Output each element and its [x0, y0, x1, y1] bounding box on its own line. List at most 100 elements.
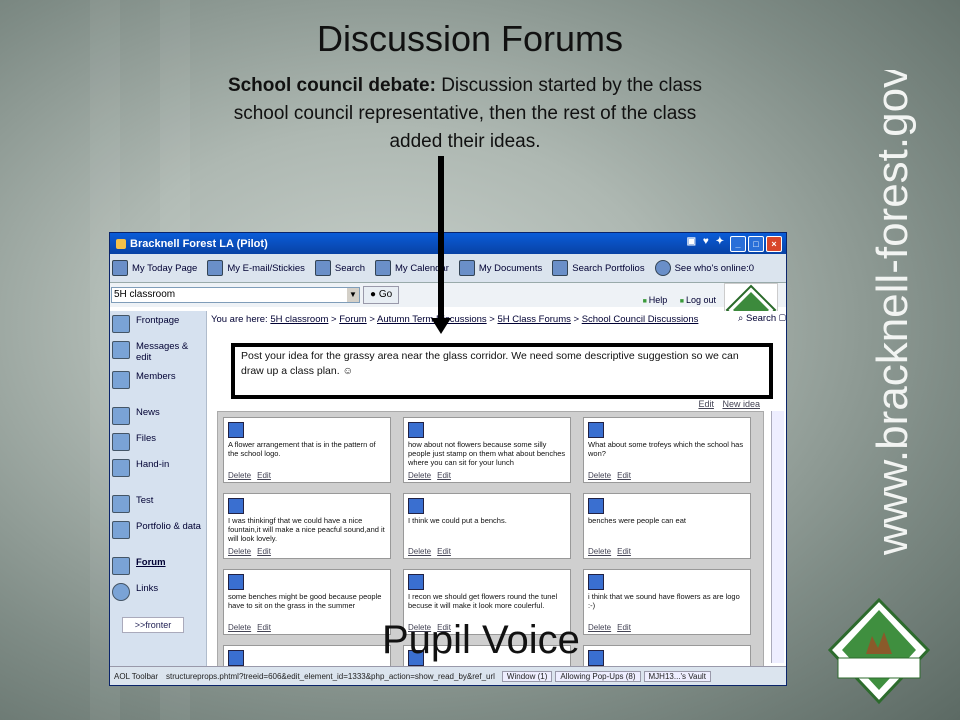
edit-link[interactable]: Edit [257, 471, 271, 480]
sidebar-item-hand-in[interactable]: Hand-in [110, 455, 206, 481]
delete-link[interactable]: Delete [228, 547, 251, 556]
breadcrumb-link[interactable]: 5H classroom [270, 314, 328, 325]
idea-icon [588, 498, 604, 514]
sidebar-item-links[interactable]: Links [110, 579, 206, 605]
idea-text: A flower arrangement that is in the patt… [228, 440, 376, 458]
search-link[interactable]: ⌕ Search ▢ [738, 313, 786, 324]
edit-link[interactable]: Edit [617, 623, 631, 632]
breadcrumb-link[interactable]: Forum [339, 314, 366, 325]
sidebar-item-news[interactable]: News [110, 403, 206, 429]
sidebar-item-messages[interactable]: Messages & edit [110, 337, 206, 367]
envelope-icon [207, 260, 224, 276]
edit-link[interactable]: Edit [257, 547, 271, 556]
breadcrumb-link[interactable]: 5H Class Forums [497, 314, 570, 325]
toolbar-today-page[interactable]: My Today Page [112, 260, 197, 276]
slide-title: Discussion Forums [316, 18, 624, 59]
portfolio-icon [552, 260, 569, 276]
calendar-icon [375, 260, 392, 276]
idea-icon [408, 422, 424, 438]
popup-blocker-button[interactable]: Allowing Pop-Ups (8) [555, 670, 641, 682]
new-idea-link[interactable]: New idea [722, 399, 760, 409]
toolbar-label: Search Portfolios [572, 262, 645, 274]
idea-card-partial[interactable] [223, 645, 391, 667]
delete-link[interactable]: Delete [228, 471, 251, 480]
folder-icon [458, 260, 475, 276]
portfolio-icon [112, 521, 130, 539]
main-content: You are here: 5H classroom > Forum > Aut… [207, 311, 786, 673]
toolbar-email[interactable]: My E-mail/Stickies [207, 260, 305, 276]
go-button[interactable]: ● Go [363, 286, 400, 304]
idea-text: i think that we sound have flowers as ar… [588, 592, 740, 610]
search-label: Search [746, 313, 777, 324]
sidebar-item-portfolio[interactable]: Portfolio & data [110, 517, 206, 543]
breadcrumb-link[interactable]: School Council Discussions [582, 314, 699, 325]
app-icon [116, 238, 126, 249]
idea-card[interactable]: I was thinkingf that we could have a nic… [223, 493, 391, 559]
toolbar-label: My Documents [478, 262, 543, 274]
edit-topic-link[interactable]: Edit [698, 399, 714, 409]
idea-card[interactable]: benches were people can eat Delete Edit [583, 493, 751, 559]
window-title: Bracknell Forest LA (Pilot) [130, 237, 268, 250]
delete-link[interactable]: Delete [588, 471, 611, 480]
sidebar-item-files[interactable]: Files [110, 429, 206, 455]
delete-link[interactable]: Delete [228, 623, 251, 632]
idea-card[interactable]: A flower arrangement that is in the patt… [223, 417, 391, 483]
idea-icon [228, 650, 244, 666]
maximize-icon[interactable]: □ [748, 236, 764, 252]
idea-card[interactable]: i think that we sound have flowers as ar… [583, 569, 751, 635]
minimize-icon[interactable]: _ [730, 236, 746, 252]
sidebar-item-frontpage[interactable]: Frontpage [110, 311, 206, 337]
sidebar-item-label: Frontpage [136, 315, 180, 326]
sidebar-item-test[interactable]: Test [110, 491, 206, 517]
smiley-icon [654, 260, 671, 276]
idea-card[interactable]: I think we could put a benchs. Delete Edi… [403, 493, 571, 559]
status-bar: AOL Toolbar structureprops.phtml?treeid=… [110, 666, 786, 685]
edit-link[interactable]: Edit [437, 471, 451, 480]
sidebar-item-label: Test [136, 495, 154, 506]
idea-icon [228, 498, 244, 514]
idea-icon [228, 422, 244, 438]
globe-icon [112, 583, 130, 601]
toolbar-documents[interactable]: My Documents [458, 260, 543, 276]
delete-link[interactable]: Delete [588, 547, 611, 556]
idea-icon [228, 574, 244, 590]
vertical-scrollbar[interactable] [771, 411, 784, 663]
sidebar-item-forum[interactable]: Forum [110, 553, 206, 579]
sidebar-item-label: Hand-in [136, 459, 170, 470]
room-select-value: 5H classroom [114, 289, 176, 300]
sidebar-item-label: Portfolio & data [136, 521, 201, 532]
messages-icon [112, 341, 130, 359]
delete-link[interactable]: Delete [588, 623, 611, 632]
sidebar-item-label: Members [136, 371, 176, 382]
idea-card[interactable]: some benches might be good because peopl… [223, 569, 391, 635]
toolbar-search-portfolios[interactable]: Search Portfolios [552, 260, 645, 276]
idea-card-partial[interactable] [583, 645, 751, 667]
aol-toolbar-label[interactable]: AOL Toolbar [110, 672, 162, 681]
sidebar-item-members[interactable]: Members [110, 367, 206, 393]
room-select[interactable]: 5H classroom ▼ [111, 287, 360, 303]
edit-link[interactable]: Edit [437, 547, 451, 556]
vertical-url-label: www.bracknell-forest.gov.uk [868, 70, 917, 556]
chevron-down-icon[interactable]: ▼ [347, 288, 359, 302]
toolbar-search[interactable]: Search [314, 260, 365, 276]
edit-link[interactable]: Edit [257, 623, 271, 632]
idea-text: I was thinkingf that we could have a nic… [228, 516, 385, 543]
edit-link[interactable]: Edit [617, 547, 631, 556]
toolbar-whos-online[interactable]: See who's online:0 [654, 260, 754, 276]
close-icon[interactable]: × [766, 236, 782, 252]
people-search-icon [314, 260, 331, 276]
toolbar-label: My Today Page [132, 262, 198, 274]
idea-text: What about some trofeys which the school… [588, 440, 744, 458]
bracknell-forest-logo [827, 597, 931, 705]
delete-link[interactable]: Delete [408, 547, 431, 556]
hand-in-icon [112, 459, 130, 477]
help-link[interactable]: Help [643, 295, 668, 305]
vault-button[interactable]: MJH13...'s Vault [643, 670, 711, 682]
app-toolbar: My Today Page My E-mail/Stickies Search … [110, 254, 786, 283]
edit-link[interactable]: Edit [617, 471, 631, 480]
idea-card[interactable]: how about not flowers because some silly… [403, 417, 571, 483]
window-count-button[interactable]: Window (1) [501, 670, 553, 682]
logout-link[interactable]: Log out [680, 295, 716, 305]
idea-card[interactable]: What about some trofeys which the school… [583, 417, 751, 483]
delete-link[interactable]: Delete [408, 471, 431, 480]
